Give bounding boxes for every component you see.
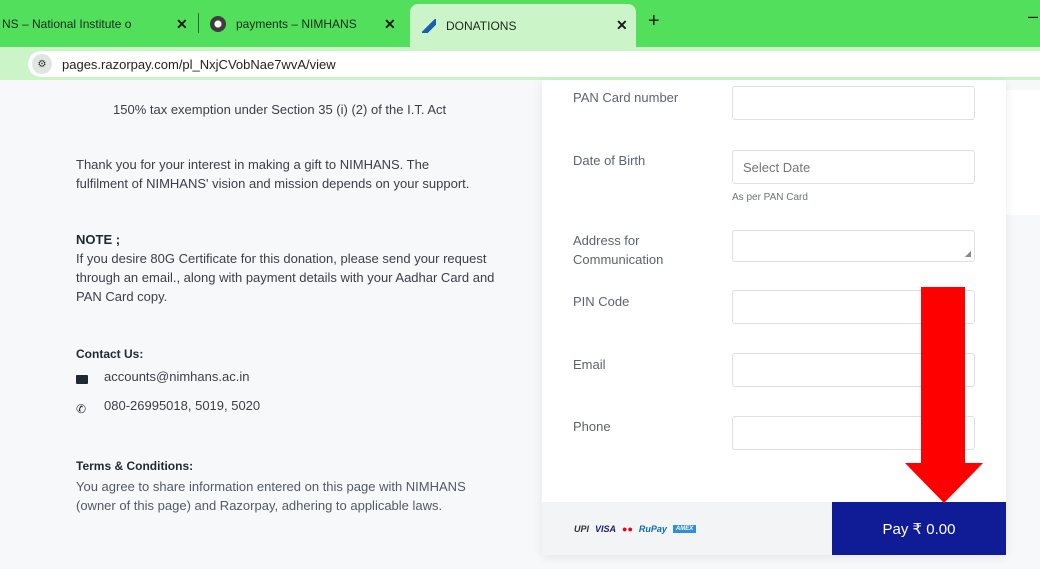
contact-email-row: accounts@nimhans.ac.in <box>76 367 249 386</box>
tax-exemption-text: 150% tax exemption under Section 35 (i) … <box>113 102 447 117</box>
pan-label: PAN Card number <box>573 90 679 105</box>
thank-you-text: Thank you for your interest in making a … <box>76 157 470 191</box>
address-bar-row: ⚙ pages.razorpay.com/pl_NxjCVobNae7wvA/v… <box>0 47 1040 80</box>
address-bar[interactable]: ⚙ pages.razorpay.com/pl_NxjCVobNae7wvA/v… <box>28 51 1040 77</box>
annotation-arrow-head-icon <box>905 463 983 503</box>
tab-label: payments – NIMHANS <box>236 17 357 31</box>
contact-heading: Contact Us: <box>76 347 144 361</box>
pay-button[interactable]: Pay ₹ 0.00 <box>832 502 1006 555</box>
nimhans-logo-icon <box>210 16 226 32</box>
resize-handle-icon[interactable]: ◢ <box>965 249 971 258</box>
dob-hint: As per PAN Card <box>732 192 808 203</box>
minimize-window-button[interactable]: – <box>1028 6 1038 27</box>
donation-info-panel: 150% tax exemption under Section 35 (i) … <box>0 80 540 569</box>
new-tab-button[interactable]: + <box>648 10 660 33</box>
amex-logo-icon: AMEX <box>672 524 697 533</box>
mail-icon <box>76 371 90 384</box>
dob-label: Date of Birth <box>573 153 646 168</box>
phone-label: Phone <box>573 419 611 434</box>
payment-methods-bar: UPI VISA ●● RuPay AMEX <box>542 502 832 555</box>
page-right-margin <box>1006 80 1040 569</box>
close-tab-icon[interactable]: ✕ <box>384 16 396 33</box>
close-tab-icon[interactable]: ✕ <box>616 17 628 34</box>
pan-input[interactable] <box>732 86 975 120</box>
tab-label: NS – National Institute o <box>2 17 132 31</box>
terms-text: You agree to share information entered o… <box>76 479 466 513</box>
terms-heading: Terms & Conditions: <box>76 459 194 473</box>
close-tab-icon[interactable]: ✕ <box>176 16 188 33</box>
site-settings-icon[interactable]: ⚙ <box>32 54 52 74</box>
url-text[interactable]: pages.razorpay.com/pl_NxjCVobNae7wvA/vie… <box>62 57 336 72</box>
tab-separator <box>198 13 199 33</box>
address-label: Address for Communication <box>573 233 664 267</box>
phone-icon: ✆ <box>76 401 87 416</box>
mastercard-logo-icon: ●● <box>622 523 633 534</box>
browser-tab-bar: NS – National Institute o ✕ payments – N… <box>0 0 1040 47</box>
pin-label: PIN Code <box>573 294 630 309</box>
annotation-arrow-icon <box>921 287 965 465</box>
note-text: If you desire 80G Certificate for this d… <box>76 251 495 304</box>
upi-logo-icon: UPI <box>574 523 590 534</box>
visa-logo-icon: VISA <box>595 523 617 534</box>
tab-payments-nimhans[interactable]: payments – NIMHANS ✕ <box>206 7 402 41</box>
rupay-logo-icon: RuPay <box>638 523 667 534</box>
tab-donations[interactable]: DONATIONS ✕ <box>410 4 636 47</box>
razorpay-icon <box>422 18 436 33</box>
tab-nimhans-institute[interactable]: NS – National Institute o ✕ <box>0 7 200 41</box>
note-heading: NOTE ; <box>76 232 121 247</box>
tab-label: DONATIONS <box>446 18 517 33</box>
dob-input[interactable] <box>732 150 975 184</box>
email-label: Email <box>573 357 606 372</box>
contact-phone: 080-26995018, 5019, 5020 <box>104 398 261 413</box>
address-textarea[interactable]: ◢ <box>732 230 975 262</box>
contact-phone-row: ✆ 080-26995018, 5019, 5020 <box>76 396 261 416</box>
contact-email[interactable]: accounts@nimhans.ac.in <box>104 367 249 386</box>
